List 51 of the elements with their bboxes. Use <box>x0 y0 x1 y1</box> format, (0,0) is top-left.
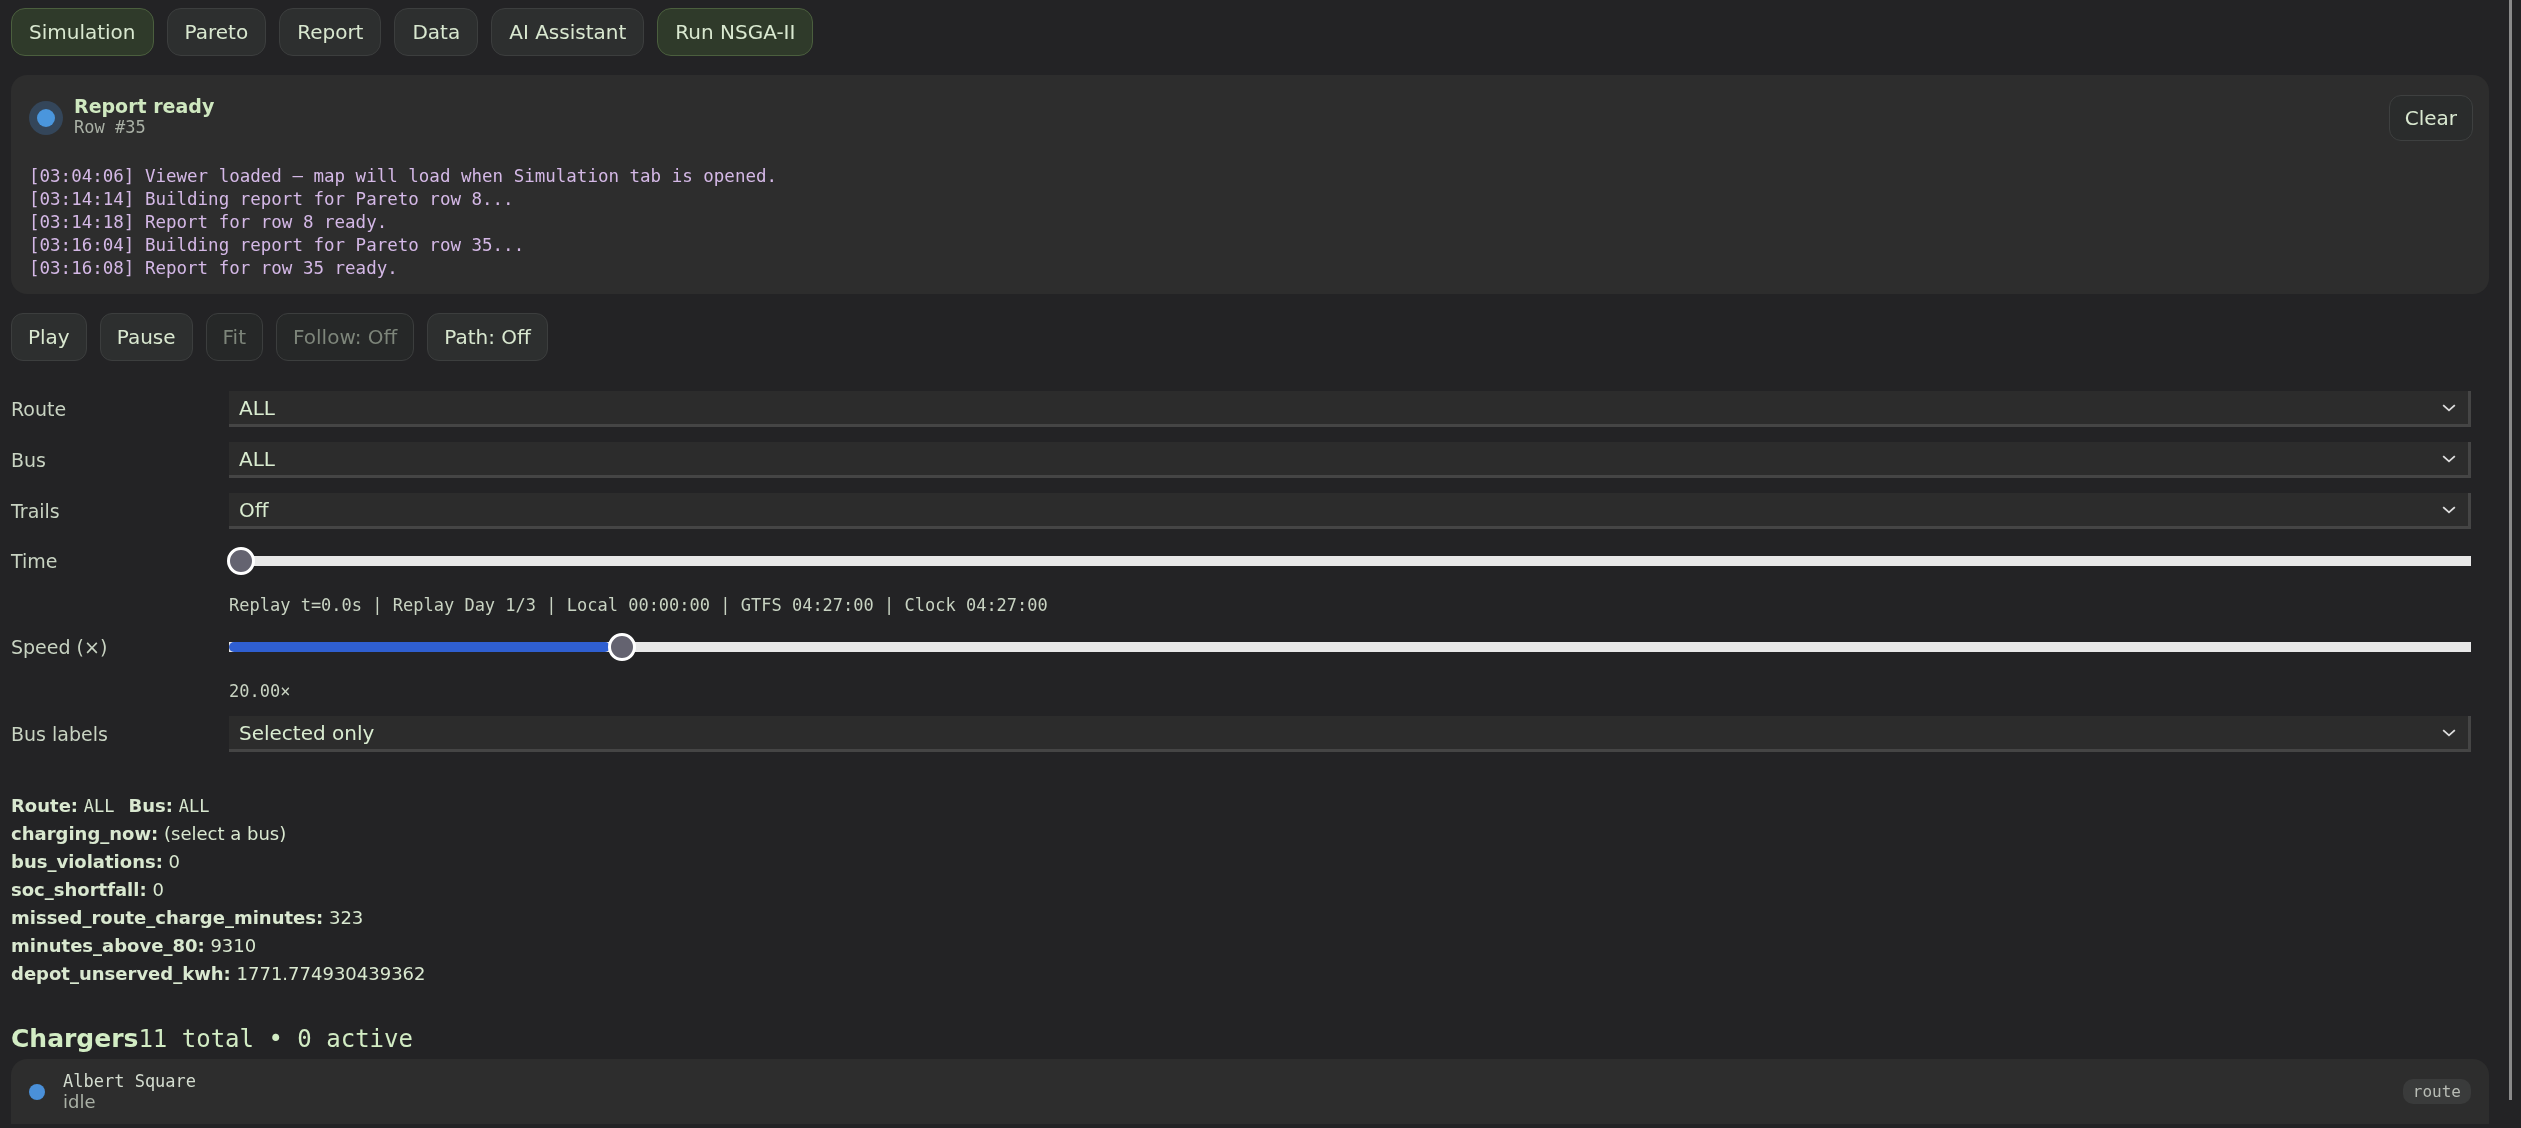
chevron-down-icon <box>2442 453 2456 464</box>
setting-label: Trails <box>11 500 61 522</box>
chevron-down-icon <box>2442 402 2456 413</box>
stat-line: depot_unserved_kwh: 1771.774930439362 <box>11 962 427 986</box>
chevron-down-icon <box>2442 727 2456 738</box>
clear-button[interactable]: Clear <box>2388 95 2473 141</box>
stat-line: missed_route_charge_minutes: 323 <box>11 906 365 930</box>
charger-card[interactable]: Albert Square idle route <box>11 1059 2489 1124</box>
slider-handle[interactable] <box>608 633 637 661</box>
charger-name: Albert Square <box>63 1071 198 1091</box>
status-icon <box>29 101 63 135</box>
scrollbar[interactable] <box>2509 0 2512 1100</box>
run-button[interactable]: Run NSGA-II <box>657 8 814 56</box>
stat-line: bus_violations: 0 <box>11 850 182 874</box>
charger-status: idle <box>63 1091 97 1112</box>
log-line: [03:04:06] Viewer loaded – map will load when Simulation tab is opened. <box>29 165 779 188</box>
control-button[interactable]: Play <box>11 313 87 361</box>
select-field[interactable]: ALL <box>229 391 2471 427</box>
control-button[interactable]: Pause <box>99 313 193 361</box>
bus-summary: Bus: ALL <box>128 795 210 816</box>
chargers-heading: Chargers <box>11 1024 139 1053</box>
slider-reading: Replay t=0.0s | Replay Day 1/3 | Local 00:00:00 | GTFS 04:27:00 | Clock 04:27:00 <box>229 595 1048 615</box>
select-field[interactable]: Selected only <box>229 716 2471 752</box>
setting-label: Time <box>11 550 59 572</box>
route-summary: Route: ALL <box>11 795 115 816</box>
setting-label: Bus labels <box>11 723 109 745</box>
select-field[interactable]: ALL <box>229 442 2471 478</box>
slider-reading: 20.00× <box>229 681 291 701</box>
chevron-down-icon <box>2442 504 2456 515</box>
tab[interactable]: Data <box>394 8 479 56</box>
stat-line: minutes_above_80: 9310 <box>11 934 258 958</box>
log-line: [03:16:04] Building report for Pareto row 35... <box>29 234 526 257</box>
log-line: [03:14:18] Report for row 8 ready. <box>29 211 389 234</box>
setting-label: Speed (×) <box>11 636 109 658</box>
tab[interactable]: Simulation <box>11 8 154 56</box>
chargers-count: 11 total • 0 active <box>138 1025 413 1053</box>
charger-tag: route <box>2402 1079 2471 1104</box>
log-line: [03:16:08] Report for row 35 ready. <box>29 257 399 280</box>
setting-label: Route <box>11 398 68 420</box>
select-field[interactable]: Off <box>229 493 2471 529</box>
stat-line: charging_now: (select a bus) <box>11 822 288 846</box>
stat-line: soc_shortfall: 0 <box>11 878 165 902</box>
status-title: Report ready <box>74 95 216 117</box>
tab[interactable]: AI Assistant <box>491 8 645 56</box>
setting-label: Bus <box>11 449 47 471</box>
tab[interactable]: Report <box>279 8 382 56</box>
log-line: [03:14:14] Building report for Pareto row 8... <box>29 188 515 211</box>
tab[interactable]: Pareto <box>166 8 267 56</box>
slider-handle[interactable] <box>227 547 255 575</box>
status-subtitle: Row #35 <box>74 117 147 137</box>
control-button[interactable]: Path: Off <box>427 313 548 361</box>
